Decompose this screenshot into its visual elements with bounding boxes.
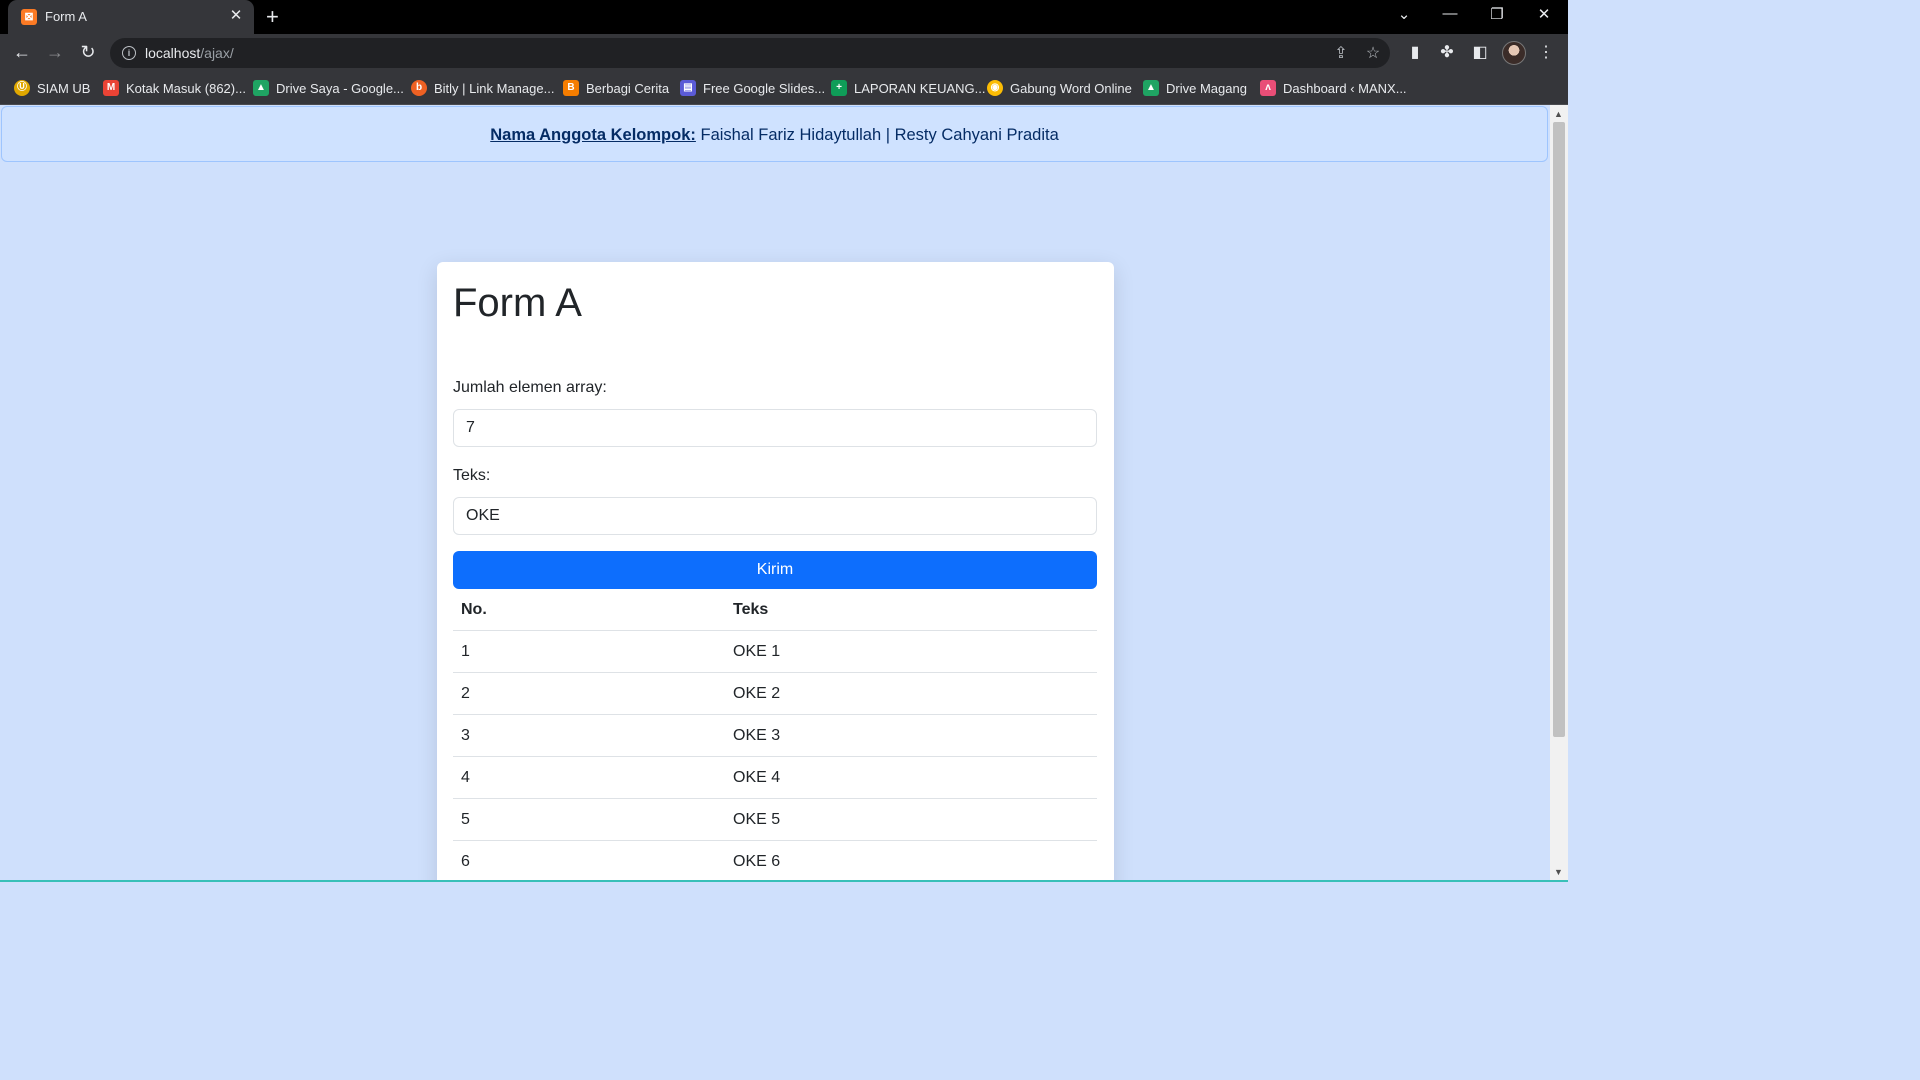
cell-no: 6 <box>453 840 725 882</box>
address-bar[interactable]: i localhost/ajax/ ⇪ ☆ <box>110 38 1390 68</box>
profile-avatar[interactable] <box>1502 41 1526 65</box>
bookmark-label: LAPORAN KEUANG... <box>854 80 986 96</box>
minimize-icon[interactable]: — <box>1438 5 1462 22</box>
menu-kebab-icon[interactable]: ⋮ <box>1535 42 1557 62</box>
manx-icon: ʌ <box>1260 80 1276 96</box>
bookmark-word-online[interactable]: ◉ Gabung Word Online <box>987 79 1132 97</box>
drive-icon: ▲ <box>1143 80 1159 96</box>
bookmark-label: Drive Magang <box>1166 80 1247 96</box>
siam-icon: Ⓤ <box>14 80 30 96</box>
side-panel-icon[interactable]: ◧ <box>1469 42 1491 62</box>
tab-title: Form A <box>45 9 87 24</box>
forward-icon[interactable]: → <box>43 42 67 63</box>
cell-no: 3 <box>453 714 725 757</box>
cell-teks: OKE 2 <box>725 672 1097 715</box>
bookmark-drive-magang[interactable]: ▲ Drive Magang <box>1143 79 1247 97</box>
scrollbar-thumb[interactable] <box>1553 122 1565 737</box>
bookmarks-bar: Ⓤ SIAM UB M Kotak Masuk (862)... ▲ Drive… <box>0 72 1568 105</box>
bookmark-blogger[interactable]: B Berbagi Cerita <box>563 79 669 97</box>
cell-no: 4 <box>453 756 725 799</box>
text-input[interactable] <box>453 497 1097 535</box>
back-icon[interactable]: ← <box>10 42 34 63</box>
submit-button[interactable]: Kirim <box>453 551 1097 589</box>
cell-teks: OKE 5 <box>725 798 1097 841</box>
bookmark-siam-ub[interactable]: Ⓤ SIAM UB <box>14 79 90 97</box>
form-card: Form A Jumlah elemen array: Teks: Kirim … <box>437 262 1114 882</box>
cell-teks: OKE 3 <box>725 714 1097 757</box>
sheets-icon: + <box>831 80 847 96</box>
alert-label: Nama Anggota Kelompok: <box>490 126 696 144</box>
scroll-down-icon[interactable]: ▼ <box>1554 867 1563 877</box>
cell-teks: OKE 6 <box>725 840 1097 882</box>
cell-teks: OKE 4 <box>725 756 1097 799</box>
table-row: 5 OKE 5 <box>453 798 1097 841</box>
table-row: 4 OKE 4 <box>453 756 1097 799</box>
table-row: 6 OKE 6 <box>453 840 1097 882</box>
table-row: 2 OKE 2 <box>453 672 1097 715</box>
slides-icon: ▤ <box>680 80 696 96</box>
vertical-scrollbar[interactable]: ▲ ▼ <box>1550 105 1568 882</box>
bookmark-label: Drive Saya - Google... <box>276 80 404 96</box>
xampp-icon: ⊠ <box>21 9 37 25</box>
url-host: localhost <box>145 45 201 61</box>
alert-members: Faishal Fariz Hidaytullah | Resty Cahyan… <box>700 126 1059 144</box>
bookmark-slides[interactable]: ▤ Free Google Slides... <box>680 79 825 97</box>
cell-teks: OKE 1 <box>725 630 1097 673</box>
new-tab-icon[interactable]: + <box>266 4 279 30</box>
url-text[interactable]: localhost/ajax/ <box>145 45 234 61</box>
bookmark-label: Kotak Masuk (862)... <box>126 80 246 96</box>
bookmark-label: Dashboard ‹ MANX... <box>1283 80 1407 96</box>
bookmark-dashboard[interactable]: ʌ Dashboard ‹ MANX... <box>1260 79 1407 97</box>
page-title: Form A <box>453 281 582 325</box>
taskbar-edge <box>0 880 1568 882</box>
group-members-alert: Nama Anggota Kelompok: Faishal Fariz Hid… <box>1 106 1548 162</box>
text-label: Teks: <box>453 467 491 484</box>
count-label: Jumlah elemen array: <box>453 379 607 396</box>
tab-search-icon[interactable]: ⌄ <box>1392 5 1416 23</box>
browser-toolbar: ← → ↻ i localhost/ajax/ ⇪ ☆ ▮ ✤ ◧ ⋮ <box>0 34 1568 72</box>
bookmark-label: Gabung Word Online <box>1010 80 1132 96</box>
table-header-row: No. Teks <box>453 589 1097 631</box>
browser-tab[interactable]: ⊠ Form A ✕ <box>8 0 254 35</box>
table-row: 3 OKE 3 <box>453 714 1097 757</box>
bookmark-laporan[interactable]: + LAPORAN KEUANG... <box>831 79 985 97</box>
bookmark-label: Bitly | Link Manage... <box>434 80 555 96</box>
url-path: /ajax/ <box>200 45 234 61</box>
scroll-up-icon[interactable]: ▲ <box>1554 109 1563 119</box>
result-table: No. Teks 1 OKE 1 2 OKE 2 3 OKE 3 4 OKE 4… <box>453 589 1097 882</box>
cell-no: 1 <box>453 630 725 673</box>
bookmark-drive[interactable]: ▲ Drive Saya - Google... <box>253 79 404 97</box>
close-window-icon[interactable]: ✕ <box>1532 5 1556 23</box>
bookmark-gmail[interactable]: M Kotak Masuk (862)... <box>103 79 246 97</box>
share-icon[interactable]: ⇪ <box>1330 43 1352 63</box>
blogger-icon: B <box>563 80 579 96</box>
chrome-icon: ◉ <box>987 80 1003 96</box>
bookmark-label: Berbagi Cerita <box>586 80 670 96</box>
close-tab-icon[interactable]: ✕ <box>226 6 246 24</box>
column-header-no: No. <box>453 589 725 631</box>
restore-icon[interactable]: ❐ <box>1485 5 1509 23</box>
info-icon[interactable]: i <box>122 46 136 60</box>
count-input[interactable] <box>453 409 1097 447</box>
column-header-teks: Teks <box>725 589 1097 631</box>
extensions-puzzle-icon[interactable]: ✤ <box>1436 42 1458 62</box>
bookmark-label: SIAM UB <box>37 80 91 96</box>
reload-icon[interactable]: ↻ <box>76 42 100 63</box>
gmail-icon: M <box>103 80 119 96</box>
bookmark-label: Free Google Slides... <box>703 80 826 96</box>
page-viewport: Nama Anggota Kelompok: Faishal Fariz Hid… <box>0 105 1550 882</box>
bookmark-star-icon[interactable]: ☆ <box>1362 43 1384 63</box>
bitly-icon: b <box>411 80 427 96</box>
bookmark-bitly[interactable]: b Bitly | Link Manage... <box>411 79 554 97</box>
extension-doc-icon[interactable]: ▮ <box>1404 42 1426 62</box>
table-row: 1 OKE 1 <box>453 630 1097 673</box>
cell-no: 2 <box>453 672 725 715</box>
tab-strip: ⊠ Form A ✕ + ⌄ — ❐ ✕ <box>0 0 1568 35</box>
drive-icon: ▲ <box>253 80 269 96</box>
cell-no: 5 <box>453 798 725 841</box>
